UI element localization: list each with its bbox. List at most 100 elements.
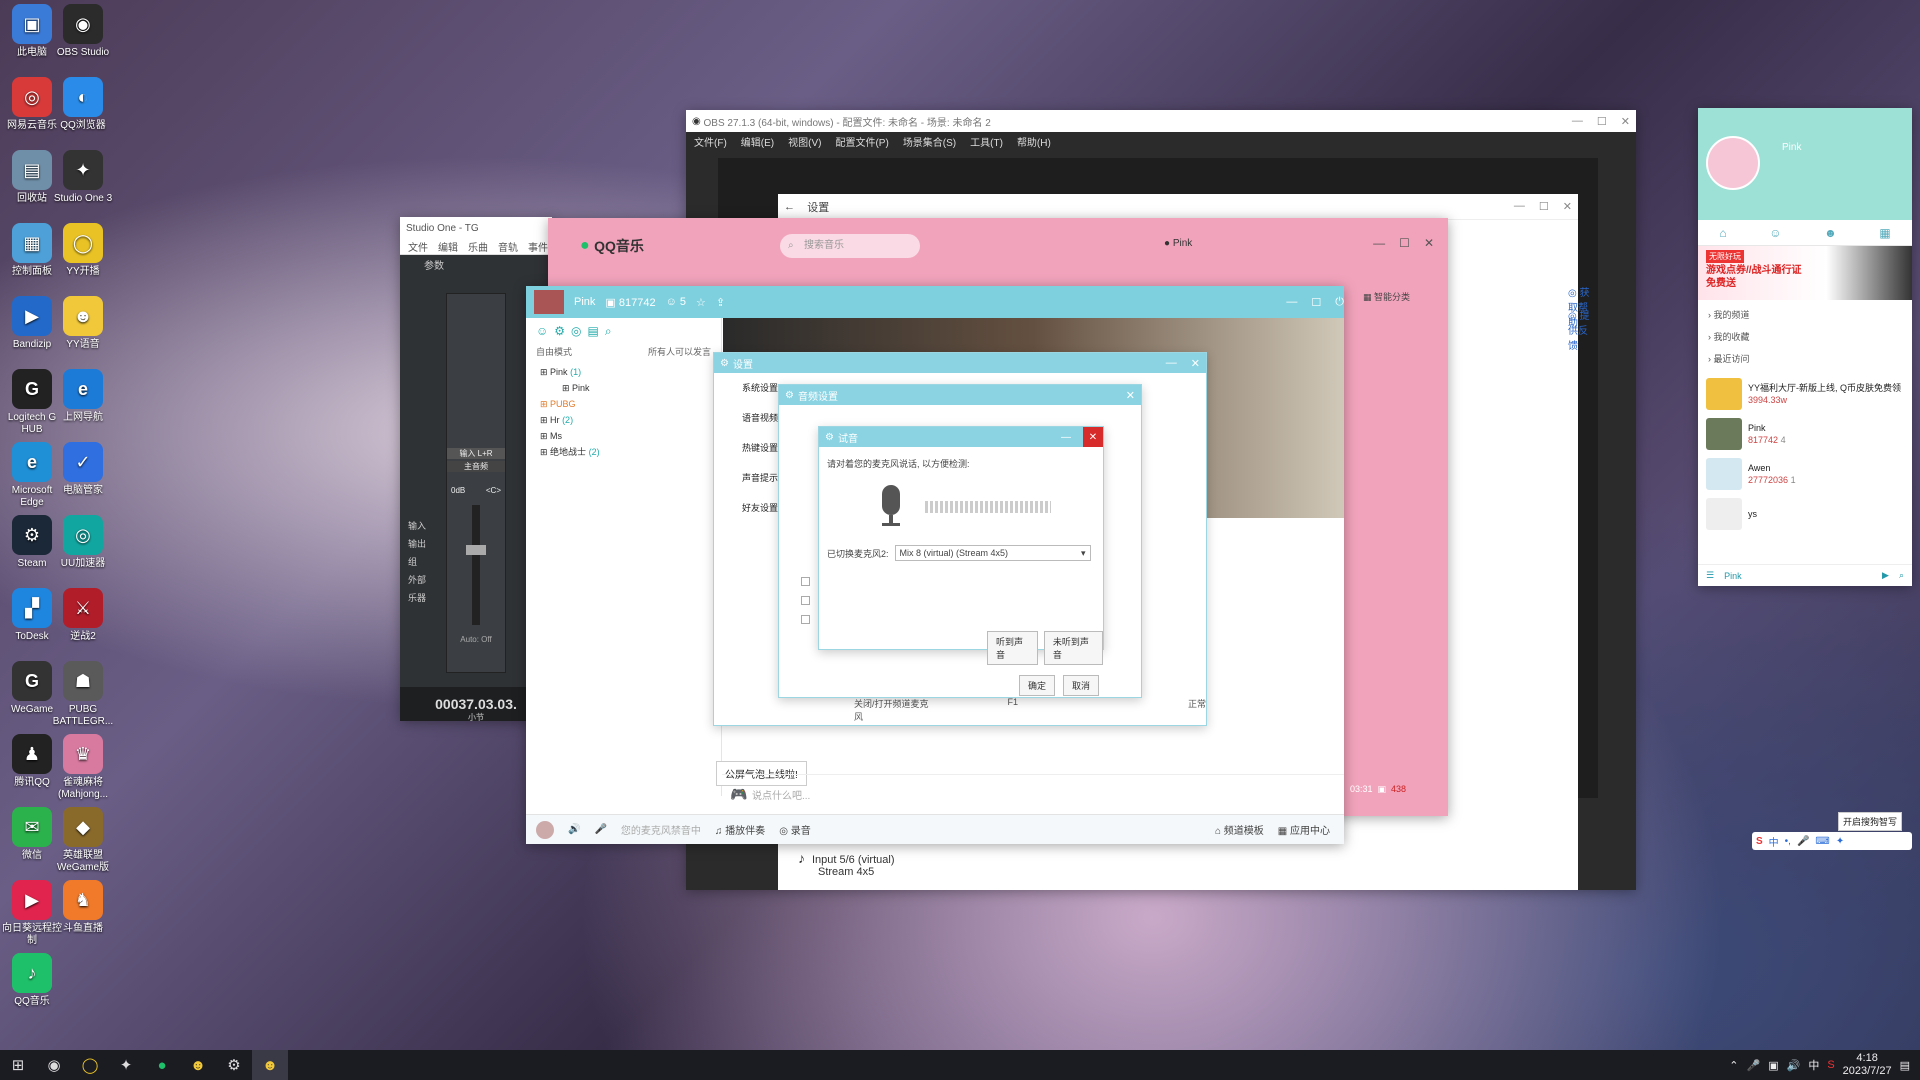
maximize-icon[interactable]: ☐ — [1311, 296, 1321, 309]
player-button[interactable]: ♫ 播放伴奏 — [715, 822, 765, 837]
minimize-icon[interactable]: — — [1572, 115, 1583, 128]
menu-item[interactable]: 乐曲 — [468, 239, 488, 254]
hotkey-row[interactable]: 关闭/打开频道麦克风 F1 正常 — [854, 697, 1206, 723]
desktop-icon[interactable]: ◯ YY开播 — [51, 223, 115, 278]
share-icon[interactable]: ⇪ — [716, 296, 725, 309]
close-icon[interactable]: ✕ — [1126, 389, 1135, 402]
settings-tab[interactable]: 语音视频 — [742, 403, 778, 433]
audio-device-item[interactable]: ♪ Input 5/6 (virtual) Stream 4x5 — [798, 850, 895, 878]
not-heard-button[interactable]: 未听到声音 — [1043, 631, 1103, 665]
settings-tab[interactable]: 好友设置 — [742, 493, 778, 523]
punctuation-icon[interactable]: •, — [1785, 836, 1791, 847]
qq-music-taskbar-icon[interactable]: ● — [144, 1050, 180, 1080]
close-icon[interactable]: ✕ — [1621, 115, 1630, 128]
mic-icon[interactable]: 🎤 — [1747, 1059, 1761, 1072]
settings-tab[interactable]: 系统设置 — [742, 373, 778, 403]
menu-item[interactable]: 文件 — [408, 239, 428, 254]
sogou-icon[interactable]: S — [1827, 1059, 1834, 1071]
video-icon[interactable]: ▶ — [1882, 570, 1889, 581]
fader-handle[interactable] — [466, 545, 486, 555]
list-item[interactable]: YY福利大厅-新版上线, Q币皮肤免费领 3994.33w — [1698, 374, 1912, 414]
menu-item[interactable]: 配置文件(P) — [835, 134, 888, 149]
menu-item[interactable]: 编辑(E) — [741, 134, 774, 149]
checkbox[interactable] — [801, 577, 810, 586]
windows-start-icon[interactable]: ⊞ — [0, 1050, 36, 1080]
template-button[interactable]: ⌂ 频道模板 — [1215, 822, 1264, 837]
desktop-icon[interactable]: ♛ 雀魂麻将 (Mahjong... — [51, 734, 115, 801]
menu-item[interactable]: 事件 — [528, 239, 548, 254]
skin-icon[interactable]: ✦ — [1836, 836, 1844, 847]
desktop-icon[interactable]: ◐ QQ浏览器 — [51, 77, 115, 132]
menu-item[interactable]: 帮助(H) — [1017, 134, 1051, 149]
smart-classify[interactable]: ▦ 智能分类 — [1363, 290, 1410, 303]
clock[interactable]: 4:18 2023/7/27 — [1843, 1052, 1892, 1078]
desktop-icon[interactable]: ♪ QQ音乐 — [0, 953, 64, 1008]
channel-item[interactable]: ⊞ Pink — [540, 380, 707, 396]
obs-taskbar-icon[interactable]: ◉ — [36, 1050, 72, 1080]
side-label[interactable]: 输出 — [408, 535, 426, 553]
side-label[interactable]: 外部 — [408, 571, 426, 589]
speaker-icon[interactable]: 🔊 — [568, 824, 580, 835]
search-icon[interactable]: ⌕ — [1899, 570, 1904, 581]
fader-track[interactable] — [466, 505, 486, 625]
desktop-icon[interactable]: e 上网导航 — [51, 369, 115, 424]
automation-label[interactable]: Auto: Off — [447, 635, 505, 644]
minimize-icon[interactable]: — — [1286, 296, 1297, 309]
main-label[interactable]: 主音频 — [447, 461, 505, 472]
channel-item[interactable]: ⊞ PUBG — [540, 396, 707, 412]
pan-readout[interactable]: <C> — [486, 486, 501, 495]
channel-item[interactable]: ⊞ Ms — [540, 428, 707, 444]
menu-icon[interactable]: ☰ — [1706, 570, 1714, 581]
yy-toolbar-icons[interactable]: ☺⚙◎▤⌕ — [526, 318, 721, 345]
desktop-icon[interactable]: ☗ PUBG BATTLEGR... — [51, 661, 115, 728]
ime-lang[interactable]: 中 — [1769, 834, 1779, 849]
menu-item[interactable]: 工具(T) — [970, 134, 1003, 149]
yy-active-taskbar-icon[interactable]: ☻ — [252, 1050, 288, 1080]
chat-input[interactable]: 🎮 说点什么吧... — [722, 774, 1344, 814]
user-icon[interactable]: ☺ — [1769, 226, 1781, 240]
settings-tab[interactable]: 声音提示 — [742, 463, 778, 493]
friends-icon[interactable]: ☻ — [1824, 226, 1837, 240]
yy-voice-taskbar-icon[interactable]: ☻ — [180, 1050, 216, 1080]
game-icon[interactable]: 🎮 — [730, 786, 747, 803]
menu-item[interactable]: 文件(F) — [694, 134, 727, 149]
ime-toolbar[interactable]: S 中 •, 🎤 ⌨ ✦ — [1752, 832, 1912, 850]
hotkey-key[interactable]: F1 — [1007, 697, 1018, 723]
minimize-icon[interactable]: — — [1166, 357, 1177, 370]
studio-one-taskbar-icon[interactable]: ✦ — [108, 1050, 144, 1080]
cancel-button[interactable]: 取消 — [1063, 675, 1100, 696]
ime-tip[interactable]: 开启搜狗智写 — [1838, 812, 1903, 831]
apps-icon[interactable]: ▦ — [1879, 226, 1890, 240]
list-item[interactable]: ys — [1698, 494, 1912, 534]
mic-device-select[interactable]: Mix 8 (virtual) (Stream 4x5) ▾ — [894, 545, 1091, 561]
desktop-icon[interactable]: ✦ Studio One 3 — [51, 150, 115, 205]
avatar[interactable] — [1706, 136, 1760, 190]
star-icon[interactable]: ☆ — [696, 296, 706, 309]
maximize-icon[interactable]: ☐ — [1597, 115, 1607, 128]
panel-section[interactable]: › 我的收藏 — [1708, 326, 1902, 348]
back-icon[interactable]: ← — [784, 201, 807, 213]
close-icon[interactable]: ✕ — [1083, 427, 1103, 447]
apps-button[interactable]: ▦ 应用中心 — [1278, 822, 1344, 837]
list-item[interactable]: Awen 27772036 1 — [1698, 454, 1912, 494]
studio-one-tab[interactable]: 参数 — [424, 257, 444, 272]
panel-section[interactable]: › 最近访问 — [1708, 348, 1902, 370]
volume-icon[interactable]: 🔊 — [1787, 1059, 1801, 1072]
close-icon[interactable]: ⏻ — [1335, 296, 1344, 309]
side-label[interactable]: 组 — [408, 553, 426, 571]
settings-taskbar-icon[interactable]: ⚙ — [216, 1050, 252, 1080]
desktop-icon[interactable]: ◉ OBS Studio — [51, 4, 115, 59]
input-label[interactable]: 输入 L+R — [447, 448, 505, 459]
yy-panel-banner[interactable]: 无限好玩 游戏点券//战斗通行证免费送 — [1698, 246, 1912, 300]
heard-button[interactable]: 听到声音 — [987, 631, 1038, 665]
close-icon[interactable]: ✕ — [1563, 200, 1572, 213]
qq-music-user[interactable]: ● Pink — [1164, 238, 1192, 249]
minimize-icon[interactable]: — — [1514, 200, 1525, 213]
desktop-icon[interactable]: ⚔ 逆战2 — [51, 588, 115, 643]
mic-icon[interactable]: 🎤 — [594, 824, 606, 835]
yy-side-panel[interactable]: Pink ⌂ ☺ ☻ ▦ 无限好玩 游戏点券//战斗通行证免费送 › 我的频道 › 我的… — [1698, 108, 1912, 586]
channel-item[interactable]: ⊞ 绝地战士 (2) — [540, 444, 707, 460]
desktop-icon[interactable]: ◎ UU加速器 — [51, 515, 115, 570]
checkbox[interactable] — [801, 596, 810, 605]
panel-section[interactable]: › 我的频道 — [1708, 304, 1902, 326]
